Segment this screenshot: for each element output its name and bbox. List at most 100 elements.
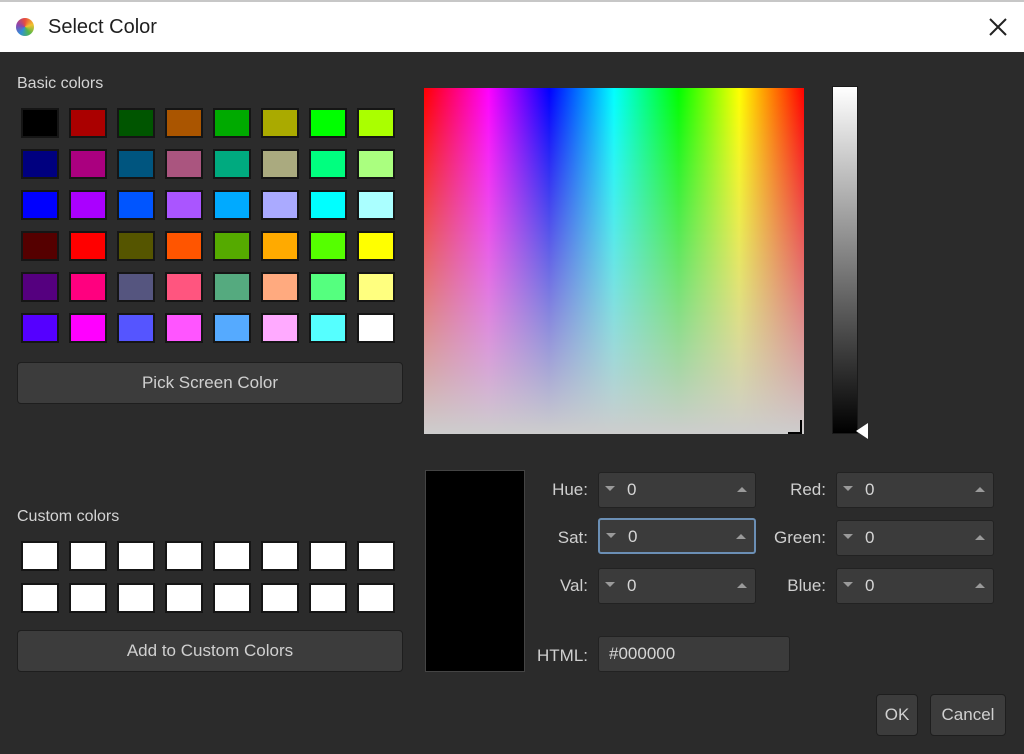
basic-color-swatch[interactable] [261, 231, 299, 261]
hue-saturation-picker[interactable] [424, 88, 804, 434]
sat-value: 0 [628, 527, 638, 546]
custom-color-swatch[interactable] [261, 541, 299, 571]
basic-color-swatch[interactable] [21, 272, 59, 302]
cancel-button[interactable]: Cancel [930, 694, 1006, 736]
custom-color-swatch[interactable] [309, 583, 347, 613]
basic-color-swatch[interactable] [69, 108, 107, 138]
pick-screen-color-button[interactable]: Pick Screen Color [17, 362, 403, 404]
basic-color-swatch[interactable] [21, 313, 59, 343]
basic-color-swatch[interactable] [69, 313, 107, 343]
basic-color-swatch[interactable] [165, 272, 203, 302]
basic-color-swatch[interactable] [213, 108, 251, 138]
basic-color-swatch[interactable] [69, 190, 107, 220]
basic-color-swatch[interactable] [117, 313, 155, 343]
basic-color-swatch[interactable] [117, 272, 155, 302]
spin-down-icon[interactable] [843, 582, 853, 587]
slider-handle-icon[interactable] [856, 423, 868, 439]
spin-up-icon[interactable] [975, 535, 985, 540]
current-color-preview [425, 470, 525, 672]
spin-down-icon[interactable] [605, 582, 615, 587]
basic-color-swatch[interactable] [21, 190, 59, 220]
basic-color-swatch[interactable] [357, 231, 395, 261]
custom-color-swatch[interactable] [117, 583, 155, 613]
blue-spinbox[interactable]: 0 [836, 568, 994, 604]
custom-color-swatch[interactable] [69, 583, 107, 613]
basic-color-swatch[interactable] [213, 190, 251, 220]
html-color-input[interactable]: #000000 [598, 636, 790, 672]
basic-color-swatch[interactable] [309, 313, 347, 343]
basic-color-swatch[interactable] [165, 190, 203, 220]
color-wheel-icon [16, 18, 34, 36]
basic-color-swatch[interactable] [213, 313, 251, 343]
spin-down-icon[interactable] [605, 486, 615, 491]
spin-up-icon[interactable] [737, 487, 747, 492]
sat-spinbox[interactable]: 0 [598, 518, 756, 554]
custom-colors-label: Custom colors [17, 508, 120, 525]
red-spinbox[interactable]: 0 [836, 472, 994, 508]
basic-color-swatch[interactable] [69, 149, 107, 179]
ok-button[interactable]: OK [876, 694, 918, 736]
spin-down-icon[interactable] [843, 534, 853, 539]
custom-color-swatch[interactable] [165, 541, 203, 571]
basic-color-swatch[interactable] [69, 272, 107, 302]
spin-up-icon[interactable] [737, 583, 747, 588]
basic-color-swatch[interactable] [309, 149, 347, 179]
custom-color-swatch[interactable] [357, 583, 395, 613]
green-spinbox[interactable]: 0 [836, 520, 994, 556]
basic-color-swatch[interactable] [117, 190, 155, 220]
basic-color-swatch[interactable] [261, 149, 299, 179]
basic-color-swatch[interactable] [117, 108, 155, 138]
custom-color-swatch[interactable] [261, 583, 299, 613]
blue-label: Blue: [787, 576, 826, 595]
basic-color-swatch[interactable] [261, 108, 299, 138]
basic-color-swatch[interactable] [213, 149, 251, 179]
basic-color-swatch[interactable] [117, 149, 155, 179]
custom-color-swatch[interactable] [165, 583, 203, 613]
basic-color-swatch[interactable] [357, 190, 395, 220]
basic-color-swatch[interactable] [309, 231, 347, 261]
value-slider[interactable] [832, 86, 858, 434]
spin-down-icon[interactable] [606, 533, 616, 538]
basic-color-swatch[interactable] [165, 313, 203, 343]
custom-color-swatch[interactable] [309, 541, 347, 571]
basic-color-swatch[interactable] [69, 231, 107, 261]
basic-color-swatch[interactable] [261, 272, 299, 302]
custom-color-swatch[interactable] [21, 541, 59, 571]
basic-color-swatch[interactable] [357, 149, 395, 179]
basic-color-swatch[interactable] [309, 272, 347, 302]
custom-color-swatch[interactable] [69, 541, 107, 571]
basic-color-swatch[interactable] [261, 313, 299, 343]
add-to-custom-colors-button[interactable]: Add to Custom Colors [17, 630, 403, 672]
basic-color-swatch[interactable] [165, 231, 203, 261]
spin-up-icon[interactable] [736, 534, 746, 539]
basic-color-swatch[interactable] [213, 231, 251, 261]
custom-color-swatch[interactable] [357, 541, 395, 571]
basic-color-swatch[interactable] [165, 108, 203, 138]
basic-color-swatch[interactable] [357, 313, 395, 343]
close-button[interactable] [972, 2, 1024, 52]
spin-up-icon[interactable] [975, 487, 985, 492]
basic-color-swatch[interactable] [261, 190, 299, 220]
basic-color-swatch[interactable] [213, 272, 251, 302]
basic-color-swatch[interactable] [309, 190, 347, 220]
blue-value: 0 [865, 576, 875, 595]
spin-down-icon[interactable] [843, 486, 853, 491]
basic-color-swatch[interactable] [357, 108, 395, 138]
basic-colors-label: Basic colors [17, 75, 104, 92]
basic-color-swatch[interactable] [357, 272, 395, 302]
basic-color-swatch[interactable] [21, 231, 59, 261]
basic-color-swatch[interactable] [165, 149, 203, 179]
custom-color-swatch[interactable] [213, 583, 251, 613]
val-label: Val: [559, 576, 588, 595]
val-spinbox[interactable]: 0 [598, 568, 756, 604]
hue-spinbox[interactable]: 0 [598, 472, 756, 508]
basic-color-swatch[interactable] [309, 108, 347, 138]
basic-color-swatch[interactable] [117, 231, 155, 261]
spin-up-icon[interactable] [975, 583, 985, 588]
custom-color-swatch[interactable] [117, 541, 155, 571]
custom-color-swatch[interactable] [213, 541, 251, 571]
basic-color-swatch[interactable] [21, 149, 59, 179]
red-label: Red: [790, 480, 826, 499]
custom-color-swatch[interactable] [21, 583, 59, 613]
basic-color-swatch[interactable] [21, 108, 59, 138]
